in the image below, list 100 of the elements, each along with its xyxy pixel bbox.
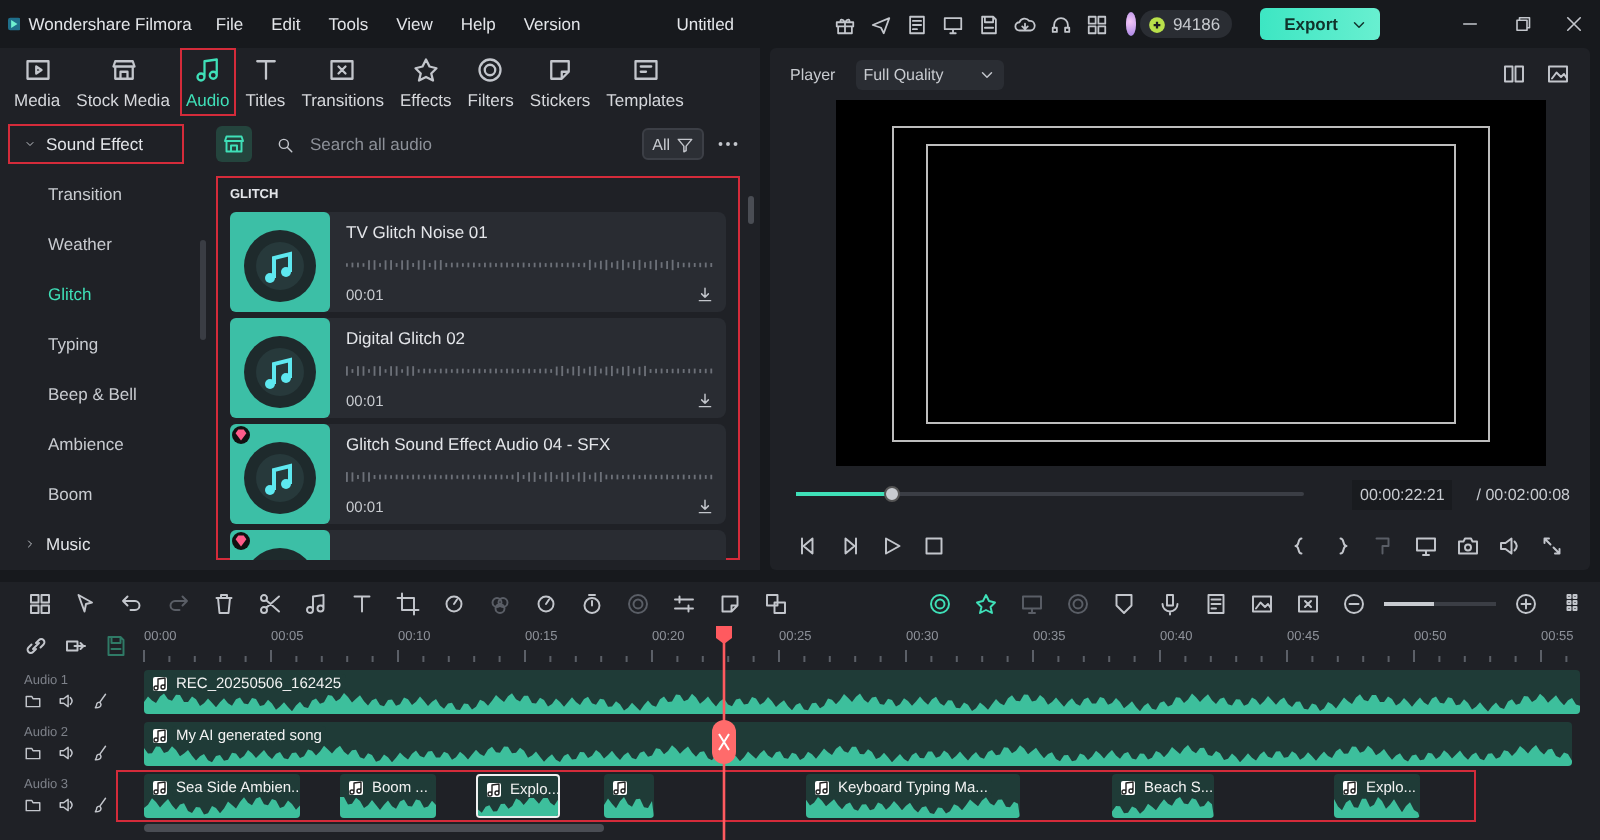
media-tab[interactable]: Templates [600,48,690,116]
list-icon[interactable] [906,13,929,35]
music-list-icon[interactable] [1204,592,1228,616]
cut-icon[interactable] [258,592,282,616]
menu-item[interactable]: Version [523,14,581,34]
gift-icon[interactable] [834,13,857,35]
music-note-icon [612,780,628,796]
speed-icon[interactable] [442,592,466,616]
category-item[interactable]: Ambience [0,418,200,468]
redo-icon[interactable] [166,592,190,616]
media-tab[interactable]: Titles [239,48,292,116]
menu-item[interactable]: Edit [271,14,301,34]
brush-icon[interactable] [92,744,110,762]
category-item[interactable]: Glitch [0,268,200,318]
delete-icon[interactable] [212,592,236,616]
avatar[interactable] [1126,12,1137,36]
media-tab[interactable]: Audio [179,48,236,116]
media-tab[interactable]: Filters [461,48,520,116]
monitor-icon[interactable] [942,13,965,35]
quality-dropdown[interactable]: Full Quality [855,59,1004,89]
category-label: Glitch [48,283,92,303]
speaker-icon[interactable] [1498,534,1522,558]
download-icon[interactable] [696,498,715,516]
crop-icon[interactable] [396,592,420,616]
screen-icon[interactable] [1020,592,1044,616]
category-item[interactable]: Beep & Bell [0,368,200,418]
play-screen-icon [23,55,52,83]
search-field[interactable]: Search all audio [306,132,631,156]
compare-view-icon[interactable] [1502,62,1526,86]
category-label: Ambience [48,433,124,453]
brush-icon[interactable] [92,692,110,710]
category-label: Typing [48,333,99,353]
send-icon[interactable] [870,13,893,35]
speaker-icon[interactable] [58,796,76,814]
select-icon[interactable] [74,592,98,616]
scrollbar[interactable] [144,824,604,832]
menu-item[interactable]: Tools [328,14,369,34]
restore-icon[interactable] [1512,14,1532,34]
media-tab[interactable]: Media [8,48,67,116]
save-icon[interactable] [978,13,1001,35]
menu-item[interactable]: File [215,14,244,34]
category-item[interactable]: Boom [0,468,200,518]
export-button[interactable]: Export [1260,8,1380,40]
speaker-icon[interactable] [58,692,76,710]
credits-badge[interactable]: 94186 [1140,10,1233,38]
filter-icon [676,135,695,153]
audio-clip[interactable] [604,774,654,818]
monitor-icon[interactable] [1414,534,1438,558]
link-icon[interactable] [24,634,48,658]
brush-icon[interactable] [92,796,110,814]
mask-icon[interactable] [626,592,650,616]
credits-count: 94186 [1172,14,1221,34]
record-icon[interactable] [928,592,952,616]
image-icon[interactable] [1546,62,1570,86]
coin-icon [1148,15,1167,33]
media-tab[interactable]: Stock Media [70,48,176,116]
translate-icon[interactable] [764,592,788,616]
menu-item[interactable]: Help [460,14,496,34]
category-label: Boom [48,483,93,503]
category-item[interactable]: Weather [0,218,200,268]
category-item[interactable]: Typing [0,318,200,368]
menu-item[interactable]: View [396,14,433,34]
scrollbar[interactable] [748,196,755,224]
stop-icon[interactable] [922,534,947,558]
text-icon[interactable] [350,592,374,616]
progress-thumb[interactable] [884,486,901,502]
fullscreen-icon[interactable] [1540,534,1564,558]
music-note-icon [193,55,222,83]
undo-icon[interactable] [120,592,144,616]
sticker-icon [546,55,575,83]
microphone-icon[interactable] [1158,592,1182,616]
speaker-icon[interactable] [58,744,76,762]
audio-edit-icon[interactable] [304,592,328,616]
close-icon[interactable] [1564,14,1584,34]
cloud-icon[interactable] [1014,13,1037,35]
camera-icon[interactable] [1456,534,1480,558]
playhead-drawing[interactable] [709,626,738,840]
image-icon[interactable] [1250,592,1274,616]
zoom-in-icon[interactable] [1514,592,1538,616]
category-item[interactable]: Transition [0,168,200,218]
timer-icon[interactable] [580,592,604,616]
sticker-icon[interactable] [718,592,742,616]
download-icon[interactable] [696,286,715,304]
adjust-icon[interactable] [672,592,696,616]
media-tab[interactable]: Stickers [523,48,597,116]
media-tab[interactable]: Effects [393,48,458,116]
layout-icon[interactable] [28,592,52,616]
play-icon[interactable] [880,534,905,558]
download-icon[interactable] [696,392,715,410]
zoom-out-icon[interactable] [1342,592,1366,616]
transition-icon [328,55,357,83]
color-icon[interactable] [488,592,512,616]
music-note-icon [348,780,364,796]
filter-button[interactable]: All [642,128,705,160]
category-item[interactable]: Sound Effect [8,124,184,164]
headset-icon[interactable] [1050,13,1073,35]
media-tab[interactable]: Transitions [295,48,390,116]
category-item[interactable]: Music [8,518,184,568]
apps-grid-icon[interactable] [1086,13,1109,35]
shield-icon[interactable] [1112,592,1136,616]
